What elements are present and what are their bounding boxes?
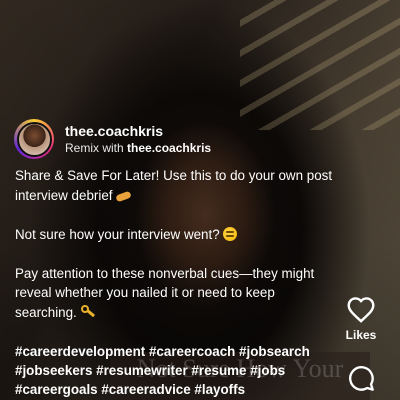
heart-icon[interactable] (346, 296, 376, 323)
caption-line-2: Not sure how your interview went? (15, 226, 220, 242)
like-button[interactable] (346, 296, 376, 323)
remix-prefix: Remix with (65, 140, 124, 155)
caption-paragraph-1: Share & Save For Later! Use this to do y… (15, 166, 335, 205)
comment-icon[interactable] (347, 364, 375, 392)
caption-line-3: Pay attention to these nonverbal cues—th… (15, 265, 315, 320)
caption-line-1: Share & Save For Later! Use this to do y… (15, 168, 333, 203)
remix-info[interactable]: Remix with thee.coachkris (65, 140, 211, 157)
comment-button[interactable] (347, 364, 375, 392)
caption-paragraph-2: Not sure how your interview went? (15, 225, 335, 245)
avatar-ring[interactable] (14, 119, 54, 159)
remix-username[interactable]: thee.coachkris (127, 141, 211, 155)
username[interactable]: thee.coachkris (65, 122, 211, 140)
author-names: thee.coachkris Remix with thee.coachkris (65, 122, 211, 157)
post-caption: Share & Save For Later! Use this to do y… (15, 166, 335, 322)
handshake-emoji-icon (116, 190, 131, 202)
thinking-face-emoji-icon (223, 226, 238, 241)
action-bar: Likes (336, 296, 386, 392)
post-author[interactable]: thee.coachkris Remix with thee.coachkris (14, 119, 211, 159)
hashtags[interactable]: #careerdevelopment #careercoach #jobsear… (15, 342, 345, 399)
caption-paragraph-3: Pay attention to these nonverbal cues—th… (15, 264, 335, 323)
likes-label[interactable]: Likes (346, 328, 377, 342)
key-emoji-icon (80, 304, 95, 319)
avatar[interactable] (16, 121, 52, 157)
